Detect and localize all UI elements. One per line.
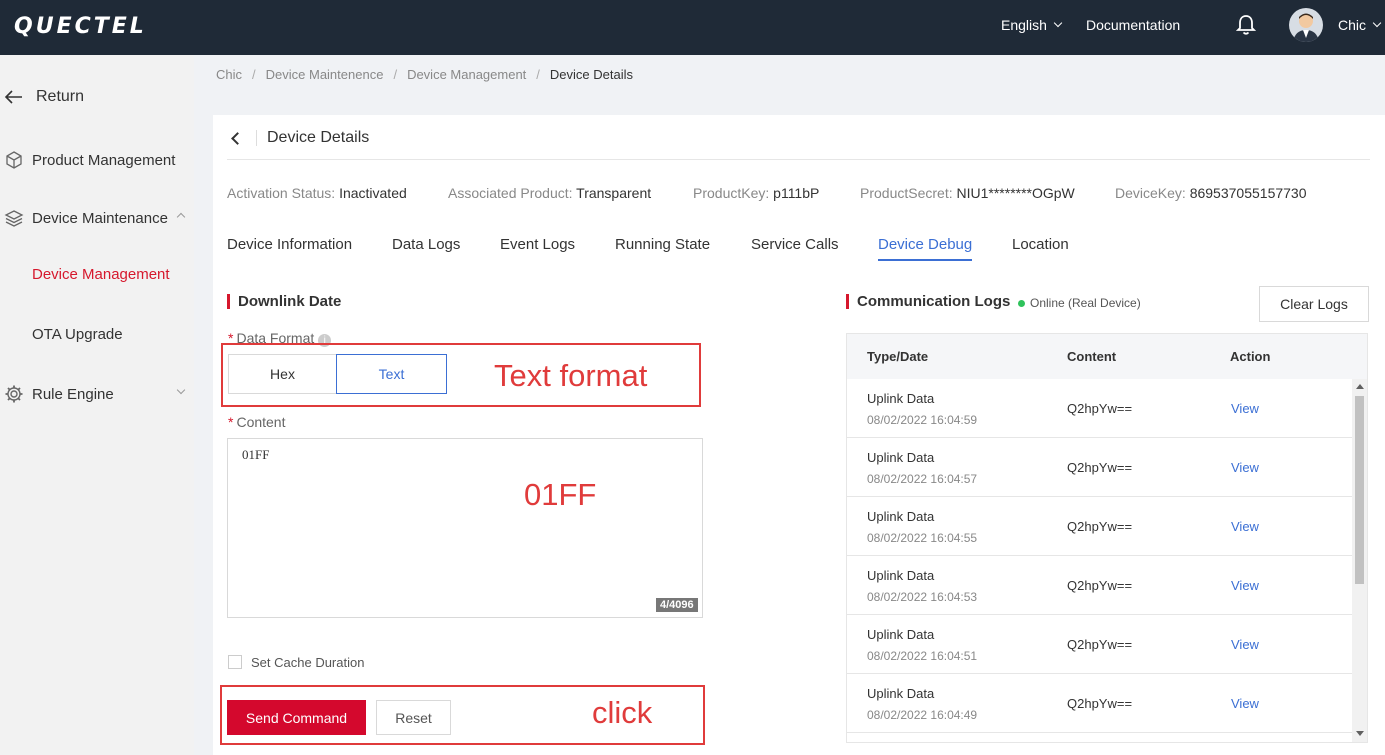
- view-link[interactable]: View: [1231, 519, 1259, 534]
- view-link[interactable]: View: [1231, 637, 1259, 652]
- page-title: Device Details: [267, 129, 370, 146]
- logs-scrollbar[interactable]: [1352, 379, 1367, 742]
- sidebar-item-product-management[interactable]: Product Management: [0, 150, 194, 170]
- documentation-label: Documentation: [1086, 17, 1181, 33]
- layers-icon: [4, 210, 24, 227]
- sidebar-item-device-maintenance[interactable]: Device Maintenance: [0, 208, 194, 228]
- tab-location[interactable]: Location: [1012, 236, 1069, 253]
- avatar[interactable]: [1289, 8, 1323, 42]
- sidebar: Return Product Management Device Mainten…: [0, 55, 194, 755]
- annotation-text-format: Text format: [494, 358, 648, 393]
- return-label: Return: [36, 88, 85, 105]
- view-link[interactable]: View: [1231, 401, 1259, 416]
- device-key: DeviceKey: 869537055157730: [1115, 185, 1307, 201]
- product-secret: ProductSecret: NIU1********OGpW: [860, 185, 1075, 201]
- breadcrumb-current: Device Details: [549, 67, 634, 82]
- view-link[interactable]: View: [1231, 578, 1259, 593]
- table-row: Uplink Data 08/02/2022 16:04:53 Q2hpYw==…: [847, 556, 1352, 615]
- tab-service-calls[interactable]: Service Calls: [751, 236, 839, 253]
- cube-icon: [6, 151, 22, 169]
- tab-device-debug[interactable]: Device Debug: [878, 236, 973, 261]
- annotation-content: 01FF: [524, 477, 597, 512]
- logs-table-header: Type/Date Content Action: [847, 334, 1367, 379]
- gear-icon: [5, 385, 23, 403]
- tab-data-logs[interactable]: Data Logs: [392, 236, 460, 253]
- chevron-down-icon: [176, 385, 186, 395]
- annotation-click: click: [592, 695, 653, 730]
- column-header: Content: [1067, 349, 1117, 364]
- sidebar-item-device-management[interactable]: Device Management: [0, 266, 194, 283]
- tab-device-information[interactable]: Device Information: [227, 236, 352, 253]
- tab-event-logs[interactable]: Event Logs: [500, 236, 575, 253]
- character-counter: 4/4096: [656, 598, 698, 612]
- breadcrumb-item[interactable]: Device Management: [407, 67, 526, 82]
- sidebar-item-label: Product Management: [32, 151, 176, 169]
- sidebar-item-label: OTA Upgrade: [32, 326, 123, 343]
- page-header: Device Details: [227, 129, 369, 147]
- chevron-down-icon: [1053, 18, 1063, 28]
- sidebar-item-rule-engine[interactable]: Rule Engine: [0, 384, 194, 404]
- column-header: Type/Date: [867, 349, 929, 364]
- activation-status: Activation Status: Inactivated: [227, 185, 407, 201]
- breadcrumb: Chic / Device Maintenence / Device Manag…: [216, 67, 634, 82]
- user-name: Chic: [1338, 17, 1367, 33]
- online-status: Online (Real Device): [1018, 296, 1141, 310]
- bell-icon[interactable]: [1236, 14, 1256, 36]
- table-row: Uplink Data 08/02/2022 16:04:59 Q2hpYw==…: [847, 379, 1352, 438]
- sidebar-item-label: Rule Engine: [32, 385, 114, 403]
- table-row: Uplink Data 08/02/2022 16:04:51 Q2hpYw==…: [847, 615, 1352, 674]
- top-bar: QUECTEL English Documentation Chic: [0, 0, 1385, 55]
- chevron-up-icon: [176, 212, 186, 222]
- scroll-thumb[interactable]: [1355, 396, 1364, 584]
- downlink-title: Downlink Date: [227, 294, 341, 309]
- view-link[interactable]: View: [1231, 696, 1259, 711]
- arrow-left-icon: [4, 90, 22, 104]
- sidebar-item-label: Device Maintenance: [32, 209, 168, 227]
- return-button[interactable]: Return: [0, 87, 194, 107]
- table-row: Uplink Data 08/02/2022 16:04:57 Q2hpYw==…: [847, 438, 1352, 497]
- breadcrumb-item[interactable]: Chic: [216, 67, 242, 82]
- cache-duration-checkbox[interactable]: [228, 655, 242, 669]
- status-dot-icon: [1018, 299, 1025, 307]
- breadcrumb-item[interactable]: Device Maintenence: [266, 67, 384, 82]
- sidebar-item-ota-upgrade[interactable]: OTA Upgrade: [0, 326, 194, 343]
- tab-running-state[interactable]: Running State: [615, 236, 710, 253]
- quectel-logo[interactable]: QUECTEL: [14, 14, 147, 39]
- scroll-up-arrow-icon[interactable]: [1356, 384, 1364, 389]
- product-key: ProductKey: p111bP: [693, 185, 820, 201]
- divider: [227, 159, 1370, 160]
- logs-table: Type/Date Content Action Uplink Data 08/…: [846, 333, 1368, 743]
- table-row: Uplink Data 08/02/2022 16:04:49 Q2hpYw==…: [847, 674, 1352, 733]
- content-textarea[interactable]: 01FF: [227, 438, 703, 618]
- communication-logs-title: Communication Logs: [846, 294, 1010, 309]
- content-label: * Content: [228, 414, 286, 430]
- user-menu[interactable]: Chic: [1338, 17, 1382, 33]
- chevron-down-icon: [1372, 18, 1382, 28]
- clear-logs-button[interactable]: Clear Logs: [1259, 286, 1369, 322]
- view-link[interactable]: View: [1231, 460, 1259, 475]
- language-selector[interactable]: English: [1001, 17, 1063, 33]
- table-row: Uplink Data 08/02/2022 16:04:55 Q2hpYw==…: [847, 497, 1352, 556]
- language-label: English: [1001, 17, 1047, 33]
- scroll-down-arrow-icon[interactable]: [1356, 731, 1364, 736]
- back-icon[interactable]: [231, 131, 244, 145]
- cache-duration-label: Set Cache Duration: [251, 655, 365, 670]
- documentation-link[interactable]: Documentation: [1086, 17, 1180, 33]
- column-header: Action: [1230, 349, 1271, 364]
- sidebar-item-label: Device Management: [32, 266, 170, 283]
- associated-product: Associated Product: Transparent: [448, 185, 652, 201]
